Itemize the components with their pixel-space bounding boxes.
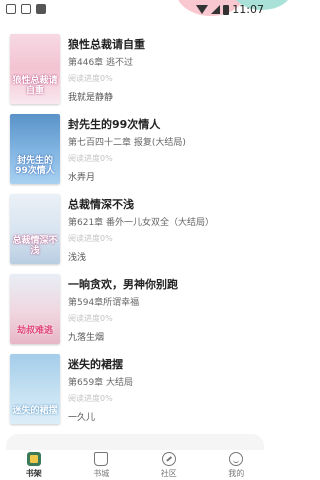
cover-title-art: 劫叔难逃 [16, 326, 53, 336]
book-item[interactable]: 封先生的99次情人 封先生的99次情人 第七百四十二章 报复(大结局) 阅读进度… [10, 110, 262, 190]
cover-title-art: 总裁情深不浅 [12, 236, 58, 256]
book-cover[interactable]: 劫叔难逃 [10, 274, 60, 344]
status-notification-icons [6, 4, 46, 14]
book-author: 九落生烟 [68, 333, 105, 343]
status-system-icons: 11:07 [196, 3, 264, 16]
cover-title-art: 迷失的裙摆 [12, 406, 58, 416]
book-item[interactable]: 狼性总裁请自重 狼性总裁请自重 第446章 逃不过 阅读进度0% 我就是静静 [10, 30, 262, 110]
battery-icon [223, 4, 230, 15]
book-item[interactable]: 总裁情深不浅 总裁情深不浅 第621章 番外一儿女双全（大结局） 阅读进度0% … [10, 190, 262, 270]
reading-progress: 阅读进度0% [68, 314, 113, 323]
profile-icon [229, 452, 244, 466]
book-author: 我就是静静 [68, 93, 114, 103]
tab-community[interactable]: 社区 [135, 450, 203, 480]
book-title: 一晌贪欢，男神你别跑 [68, 278, 178, 291]
book-title: 总裁情深不浅 [68, 198, 134, 211]
cover-title-art: 狼性总裁请自重 [12, 76, 58, 96]
tab-profile[interactable]: 我的 [203, 450, 271, 480]
tab-label: 书架 [25, 469, 42, 478]
book-cover[interactable]: 狼性总裁请自重 [10, 34, 60, 104]
bottom-tab-bar: 书架 书城 社区 我的 [0, 450, 270, 480]
tab-label: 我的 [228, 469, 245, 478]
book-author: 水弄月 [68, 173, 96, 183]
reading-progress: 阅读进度0% [68, 154, 113, 163]
book-author: 一久儿 [68, 413, 96, 423]
reading-progress: 阅读进度0% [68, 234, 113, 243]
book-cover[interactable]: 封先生的99次情人 [10, 114, 60, 184]
book-cover[interactable]: 迷失的裙摆 [10, 354, 60, 424]
book-chapter: 第594章所谓幸福 [68, 298, 140, 308]
wifi-icon [196, 5, 209, 14]
cover-title-art: 封先生的99次情人 [15, 156, 55, 176]
book-chapter: 第446章 逃不过 [68, 58, 134, 68]
book-author: 浅浅 [68, 253, 87, 263]
tab-label: 书城 [93, 469, 110, 478]
tab-bookshelf[interactable]: 书架 [0, 450, 68, 480]
book-item[interactable]: 劫叔难逃 一晌贪欢，男神你别跑 第594章所谓幸福 阅读进度0% 九落生烟 [10, 270, 262, 350]
signal-icon [211, 5, 221, 14]
image-notification-icon [6, 4, 16, 14]
status-time: 11:07 [232, 3, 264, 16]
book-title: 迷失的裙摆 [68, 358, 123, 371]
tab-bookstore[interactable]: 书城 [68, 450, 136, 480]
reading-progress: 阅读进度0% [68, 74, 113, 83]
reading-progress: 阅读进度0% [68, 394, 113, 403]
book-chapter: 第659章 大结局 [68, 378, 134, 388]
community-icon [161, 452, 176, 466]
book-title: 封先生的99次情人 [68, 118, 161, 131]
book-cover[interactable]: 总裁情深不浅 [10, 194, 60, 264]
status-bar: 11:07 [0, 0, 292, 24]
app-notification-icon [21, 4, 31, 14]
tab-label: 社区 [160, 469, 177, 478]
book-chapter: 第621章 番外一儿女双全（大结局） [68, 218, 215, 228]
bookshelf-icon [26, 452, 41, 466]
bookstore-icon [94, 452, 109, 466]
sim-notification-icon [36, 4, 46, 14]
book-item[interactable]: 迷失的裙摆 迷失的裙摆 第659章 大结局 阅读进度0% 一久儿 [10, 350, 262, 430]
book-title: 狼性总裁请自重 [68, 38, 145, 51]
book-chapter: 第七百四十二章 报复(大结局) [68, 138, 186, 148]
